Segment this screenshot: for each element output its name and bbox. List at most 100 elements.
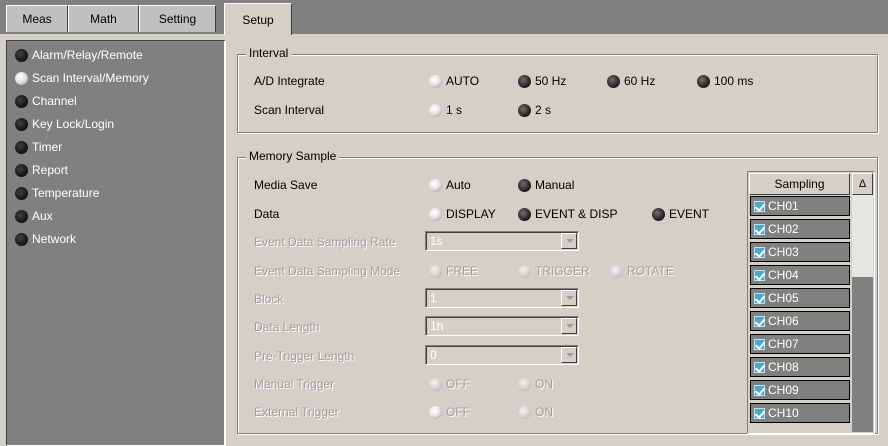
data-display-radio[interactable]: DISPLAY [429,206,496,222]
chevron-down-icon[interactable] [561,233,577,249]
checkbox-checked-icon[interactable] [754,246,765,258]
channel-row-ch07[interactable]: CH07 [750,334,850,354]
tab-meas-label: Meas [22,12,52,26]
channel-row-ch08[interactable]: CH08 [750,357,850,377]
channel-row-ch01[interactable]: CH01 [750,196,850,216]
media-save-auto-radio[interactable]: Auto [429,177,471,193]
channel-row-ch09[interactable]: CH09 [750,380,850,400]
select-value: 1s [430,234,443,248]
external-trigger-on-radio[interactable]: ON [518,404,553,420]
checkbox-checked-icon[interactable] [754,407,765,419]
interval-group-title: Interval [246,46,292,60]
nav-item-key-lock-login[interactable]: Key Lock/Login [15,114,114,134]
tab-math[interactable]: Math [68,5,139,32]
chevron-down-icon[interactable] [561,290,577,306]
nav-item-label: Alarm/Relay/Remote [32,48,143,62]
manual-trigger-on-radio[interactable]: ON [518,376,553,392]
nav-item-aux[interactable]: Aux [15,206,53,226]
sampling-column-header[interactable]: Sampling [749,173,850,195]
scan-interval-1s-radio[interactable]: 1 s [429,102,462,118]
ad-integrate-auto-radio[interactable]: AUTO [429,73,479,89]
channel-label: CH09 [768,383,799,397]
nav-item-alarm-relay-remote[interactable]: Alarm/Relay/Remote [15,45,143,65]
radio-icon [652,207,665,221]
checkbox-checked-icon[interactable] [754,200,765,212]
nav-item-report[interactable]: Report [15,160,68,180]
nav-item-scan-interval-memory[interactable]: Scan Interval/Memory [15,68,149,88]
channel-label: CH01 [768,199,799,213]
tab-setup[interactable]: Setup [224,3,292,35]
chevron-down-icon[interactable] [561,318,577,334]
radio-icon [697,74,710,88]
channel-row-ch10[interactable]: CH10 [750,403,850,423]
nav-item-label: Key Lock/Login [32,117,115,131]
radio-icon [15,140,28,154]
radio-icon [518,405,531,419]
tab-setting[interactable]: Setting [139,5,216,32]
checkbox-checked-icon[interactable] [754,292,765,304]
radio-icon [610,264,623,278]
checkbox-checked-icon[interactable] [754,269,765,281]
channel-label: CH08 [768,360,799,374]
radio-label: 2 s [535,103,552,117]
radio-label: TRIGGER [535,264,590,278]
channel-row-ch03[interactable]: CH03 [750,242,850,262]
radio-icon [429,377,442,391]
radio-icon [518,74,531,88]
ad-integrate-50hz-radio[interactable]: 50 Hz [518,73,566,89]
media-save-manual-radio[interactable]: Manual [518,177,574,193]
scan-interval-2s-radio[interactable]: 2 s [518,102,551,118]
event-sampling-rate-select[interactable]: 1s [425,231,579,251]
channel-label: CH02 [768,222,799,236]
block-select[interactable]: 1 [425,288,579,308]
channel-row-ch06[interactable]: CH06 [750,311,850,331]
scroll-up-button[interactable]: Δ [852,173,873,195]
select-value: 1h [430,319,444,333]
radio-label: 1 s [446,103,463,117]
radio-icon [518,178,531,192]
tab-meas[interactable]: Meas [6,5,68,32]
channel-row-ch02[interactable]: CH02 [750,219,850,239]
nav-item-channel[interactable]: Channel [15,91,77,111]
chevron-down-icon[interactable] [561,347,577,363]
radio-icon [15,163,28,177]
radio-icon [429,264,442,278]
nav-item-label: Aux [32,209,53,223]
data-event-disp-radio[interactable]: EVENT & DISP [518,206,617,222]
radio-label: FREE [446,264,479,278]
checkbox-checked-icon[interactable] [754,361,765,373]
checkbox-checked-icon[interactable] [754,223,765,235]
radio-icon [15,48,28,62]
pre-trigger-length-label: Pre-Trigger Length [254,349,355,363]
channel-row-ch05[interactable]: CH05 [750,288,850,308]
tab-bar: Meas Math Setting Setup [0,0,888,35]
pre-trigger-length-select[interactable]: 0 [425,345,579,365]
media-save-label: Media Save [254,178,318,192]
scrollbar-track[interactable] [852,277,873,432]
event-mode-free-radio[interactable]: FREE [429,263,478,279]
sampling-header-label: Sampling [774,177,825,191]
tab-setup-label: Setup [242,12,274,27]
external-trigger-off-radio[interactable]: OFF [429,404,470,420]
nav-item-network[interactable]: Network [15,229,76,249]
channel-label: CH10 [768,406,799,420]
data-event-radio[interactable]: EVENT [652,206,709,222]
event-mode-rotate-radio[interactable]: ROTATE [610,263,674,279]
ad-integrate-60hz-radio[interactable]: 60 Hz [607,73,655,89]
checkbox-checked-icon[interactable] [754,315,765,327]
data-length-select[interactable]: 1h [425,316,579,336]
channel-row-ch04[interactable]: CH04 [750,265,850,285]
nav-item-temperature[interactable]: Temperature [15,183,99,203]
memory-sample-group-title: Memory Sample [246,149,340,163]
manual-trigger-off-radio[interactable]: OFF [429,376,470,392]
checkbox-checked-icon[interactable] [754,338,765,350]
scan-interval-label: Scan Interval [254,103,325,117]
ad-integrate-100ms-radio[interactable]: 100 ms [697,73,753,89]
sampling-scrollbar[interactable]: Δ [852,173,873,432]
nav-item-timer[interactable]: Timer [15,137,62,157]
radio-label: Manual [535,178,575,192]
radio-label: EVENT & DISP [535,207,618,221]
checkbox-checked-icon[interactable] [754,384,765,396]
scrollbar-thumb[interactable] [852,195,873,277]
event-mode-trigger-radio[interactable]: TRIGGER [518,263,590,279]
